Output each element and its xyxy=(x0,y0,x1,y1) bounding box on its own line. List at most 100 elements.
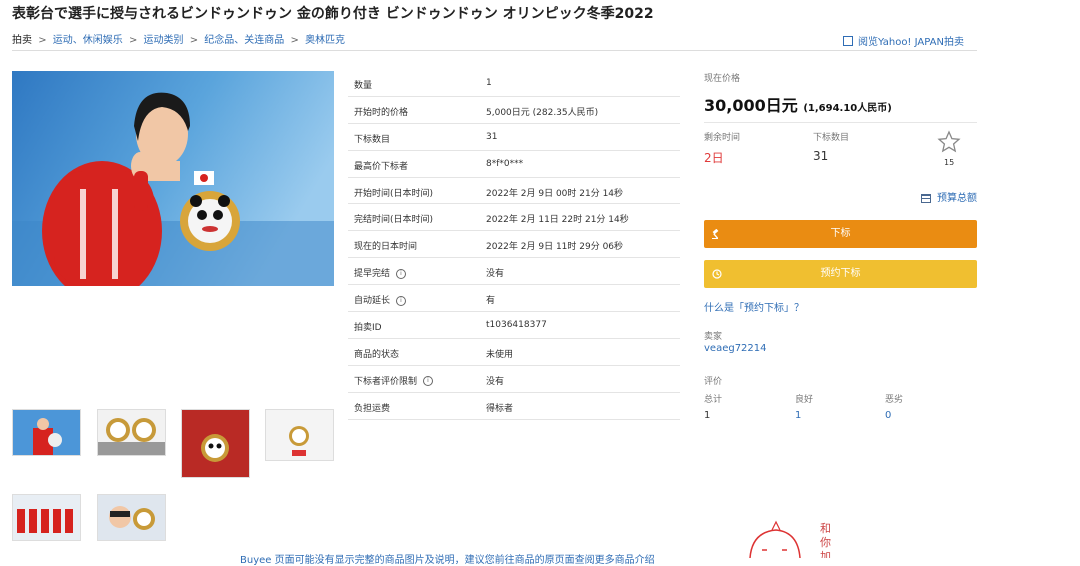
detail-value: 未使用 xyxy=(486,349,514,360)
detail-value: 有 xyxy=(486,296,496,307)
detail-row: 开始时间(日本时间) 2022年 2月 9日 00时 21分 14秒 xyxy=(348,178,680,205)
breadcrumb-item[interactable]: 运动、休闲娱乐 xyxy=(53,35,123,46)
info-icon[interactable]: i xyxy=(396,295,407,306)
detail-label: 提早完结 i xyxy=(354,266,407,280)
rating-bad-value[interactable]: 0 xyxy=(885,410,891,421)
detail-row: 商品的状态 未使用 xyxy=(348,339,680,366)
breadcrumb-separator: > xyxy=(128,35,138,46)
breadcrumb-separator: > xyxy=(290,35,299,46)
mascot-illustration: 和 你 加 xyxy=(749,520,831,558)
detail-label: 数量 xyxy=(354,78,372,91)
detail-label-text: 开始时的价格 xyxy=(354,107,409,118)
budget-total-label: 预算总额 xyxy=(937,193,977,204)
footer-notice: Buyee 页面可能没有显示完整的商品图片及说明，建议您前往商品的原页面查阅更多… xyxy=(240,555,655,566)
breadcrumb-item[interactable]: 纪念品、关连商品 xyxy=(204,35,284,46)
detail-row: 提早完结 i 没有 xyxy=(348,258,680,286)
breadcrumb: 拍卖 > 运动、休闲娱乐 > 运动类别 > 纪念品、关连商品 > 奥林匹克 xyxy=(12,31,345,46)
budget-total-link[interactable]: 预算总额 xyxy=(921,189,977,204)
detail-row: 拍卖ID t1036418377 xyxy=(348,312,680,339)
clock-icon xyxy=(712,269,722,279)
breadcrumb-item[interactable]: 奥林匹克 xyxy=(305,35,345,46)
rating-good-value[interactable]: 1 xyxy=(795,410,801,421)
info-icon[interactable]: i xyxy=(423,376,434,387)
divider xyxy=(704,122,977,123)
detail-label-text: 自动延长 xyxy=(354,296,391,307)
detail-label-text: 最高价下标者 xyxy=(354,161,409,172)
calculator-icon xyxy=(921,193,931,203)
detail-value: 2022年 2月 11日 22时 21分 14秒 xyxy=(486,215,629,226)
rating-total-value: 1 xyxy=(704,410,711,421)
bid-count-label: 下标数目 xyxy=(813,133,850,143)
detail-label: 自动延长 i xyxy=(354,293,407,307)
detail-row: 负担运费 得标者 xyxy=(348,393,680,420)
detail-label-text: 下标者评价限制 xyxy=(354,376,418,387)
detail-row: 完结时间(日本时间) 2022年 2月 11日 22时 21分 14秒 xyxy=(348,204,680,232)
current-price-label: 现在价格 xyxy=(704,74,741,84)
yahoo-japan-link[interactable]: 阅览Yahoo! JAPAN拍卖 xyxy=(843,33,964,48)
detail-label-text: 开始时间(日本时间) xyxy=(354,188,434,199)
current-price-value: 30,000日元 xyxy=(704,96,798,115)
detail-label-text: 负担运费 xyxy=(354,403,391,414)
rating-total-label: 总计 xyxy=(704,395,723,405)
current-price-rmb: (1,694.10人民币) xyxy=(803,103,892,114)
detail-label: 最高价下标者 xyxy=(354,159,408,172)
product-thumbnail[interactable] xyxy=(97,409,166,456)
bid-count-value: 31 xyxy=(813,149,829,163)
detail-value: 1 xyxy=(486,78,492,88)
detail-row: 自动延长 i 有 xyxy=(348,285,680,313)
time-left-value: 2日 xyxy=(704,151,724,165)
detail-label-text: 商品的状态 xyxy=(354,349,400,360)
detail-label: 拍卖ID xyxy=(354,320,382,333)
rating-bad-label: 恶劣 xyxy=(885,395,904,405)
rating-label: 评价 xyxy=(704,377,723,387)
detail-row: 开始时的价格 5,000日元 (282.35人民币) xyxy=(348,97,680,124)
detail-label-text: 完结时间(日本时间) xyxy=(354,215,434,226)
product-thumbnail[interactable] xyxy=(181,409,250,478)
detail-label-text: 提早完结 xyxy=(354,269,391,280)
detail-label: 现在的日本时间 xyxy=(354,239,417,252)
bid-button[interactable]: 下标 xyxy=(704,220,977,248)
breadcrumb-separator: > xyxy=(38,35,47,46)
gavel-icon xyxy=(712,229,719,239)
watch-count: 15 xyxy=(944,158,955,167)
seller-link[interactable]: veaeg72214 xyxy=(704,343,767,354)
detail-value: 没有 xyxy=(486,269,505,280)
breadcrumb-root[interactable]: 拍卖 xyxy=(12,35,32,46)
mascot-text-3: 加 xyxy=(820,550,831,558)
detail-row: 数量 1 xyxy=(348,70,680,97)
product-thumbnail[interactable] xyxy=(12,409,81,456)
reserve-bid-button[interactable]: 预约下标 xyxy=(704,260,977,288)
detail-value: 没有 xyxy=(486,376,505,387)
breadcrumb-item[interactable]: 运动类别 xyxy=(144,35,184,46)
detail-value: 8*f*0*** xyxy=(486,158,524,169)
detail-label: 负担运费 xyxy=(354,401,390,414)
external-link-icon xyxy=(843,36,853,46)
product-thumbnail[interactable] xyxy=(12,494,81,541)
page-title: 表彰台で選手に授与されるビンドゥンドゥン 金の飾り付き ビンドゥンドゥン オリン… xyxy=(12,6,654,22)
product-thumbnail[interactable] xyxy=(97,494,166,541)
detail-row: 下标者评价限制 i 没有 xyxy=(348,366,680,393)
detail-value: 2022年 2月 9日 00时 21分 14秒 xyxy=(486,188,624,199)
detail-label: 开始时间(日本时间) xyxy=(354,186,433,199)
detail-value: 5,000日元 (282.35人民币) xyxy=(486,107,599,118)
bid-button-label: 下标 xyxy=(830,228,851,239)
current-price: 30,000日元 (1,694.10人民币) xyxy=(704,92,892,116)
time-left-label: 剩余时间 xyxy=(704,133,741,143)
seller-label: 卖家 xyxy=(704,332,723,342)
detail-label: 商品的状态 xyxy=(354,347,399,360)
detail-label: 下标者评价限制 i xyxy=(354,374,434,387)
detail-row: 现在的日本时间 2022年 2月 9日 11时 29分 06秒 xyxy=(348,231,680,259)
breadcrumb-separator: > xyxy=(189,35,199,46)
detail-value: 2022年 2月 9日 11时 29分 06秒 xyxy=(486,242,624,253)
product-thumbnail[interactable] xyxy=(265,409,334,461)
detail-label: 开始时的价格 xyxy=(354,105,408,118)
main-product-image[interactable] xyxy=(12,71,334,286)
what-is-reserve-bid-link[interactable]: 什么是「预约下标」？ xyxy=(704,299,804,314)
detail-label-text: 现在的日本时间 xyxy=(354,242,418,253)
yahoo-japan-link-label: 阅览Yahoo! JAPAN拍卖 xyxy=(858,37,964,48)
detail-value: 31 xyxy=(486,131,498,142)
detail-label-text: 拍卖ID xyxy=(354,323,382,334)
auction-details-table: 数量 1 开始时的价格 5,000日元 (282.35人民币) 下标数目 31 最高价下标者… xyxy=(348,70,680,420)
watchlist-star-icon[interactable] xyxy=(937,130,961,154)
info-icon[interactable]: i xyxy=(396,268,407,279)
